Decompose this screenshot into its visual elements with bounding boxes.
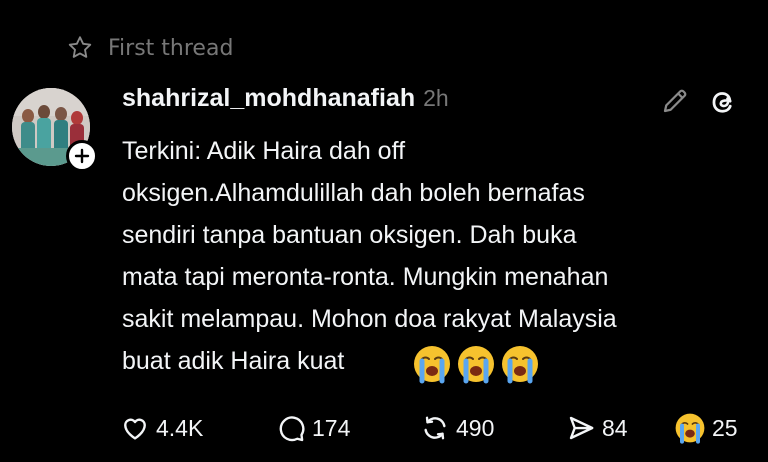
repost-button[interactable]: 490 — [420, 406, 494, 450]
first-thread-label: First thread — [66, 32, 233, 64]
username-link[interactable]: shahrizal_mohdhanafiah — [122, 84, 415, 113]
repost-arrows-icon — [424, 416, 446, 440]
reaction-count: 25 — [712, 414, 738, 441]
repost-count: 490 — [456, 414, 495, 441]
loudly-crying-face-icon — [502, 346, 538, 384]
heart-outline-icon — [124, 418, 146, 440]
threads-logo-icon[interactable] — [706, 85, 740, 119]
loudly-crying-face-icon — [414, 346, 450, 384]
speech-bubble-icon — [279, 416, 305, 442]
pencil-icon[interactable] — [660, 86, 690, 116]
like-count: 4.4K — [156, 414, 204, 441]
reply-count: 174 — [312, 414, 351, 441]
reply-button[interactable]: 174 — [276, 406, 350, 450]
send-icon — [569, 416, 594, 440]
loudly-crying-face-icon — [675, 413, 705, 444]
post-actions: 4.4K 174 490 84 25 — [0, 406, 768, 450]
reaction-summary[interactable]: 25 — [674, 406, 738, 450]
star-outline-icon[interactable] — [66, 34, 94, 62]
follow-button[interactable] — [66, 140, 98, 172]
share-count: 84 — [602, 414, 628, 441]
avatar[interactable] — [12, 88, 104, 180]
post-header: shahrizal_mohdhanafiah 2h — [122, 84, 449, 120]
post-timestamp: 2h — [423, 85, 449, 111]
loudly-crying-face-icon — [458, 346, 494, 384]
plus-icon — [74, 148, 90, 164]
first-thread-text: First thread — [108, 35, 234, 61]
post-emojis — [412, 344, 540, 384]
like-button[interactable]: 4.4K — [120, 406, 203, 450]
share-button[interactable]: 84 — [566, 406, 628, 450]
